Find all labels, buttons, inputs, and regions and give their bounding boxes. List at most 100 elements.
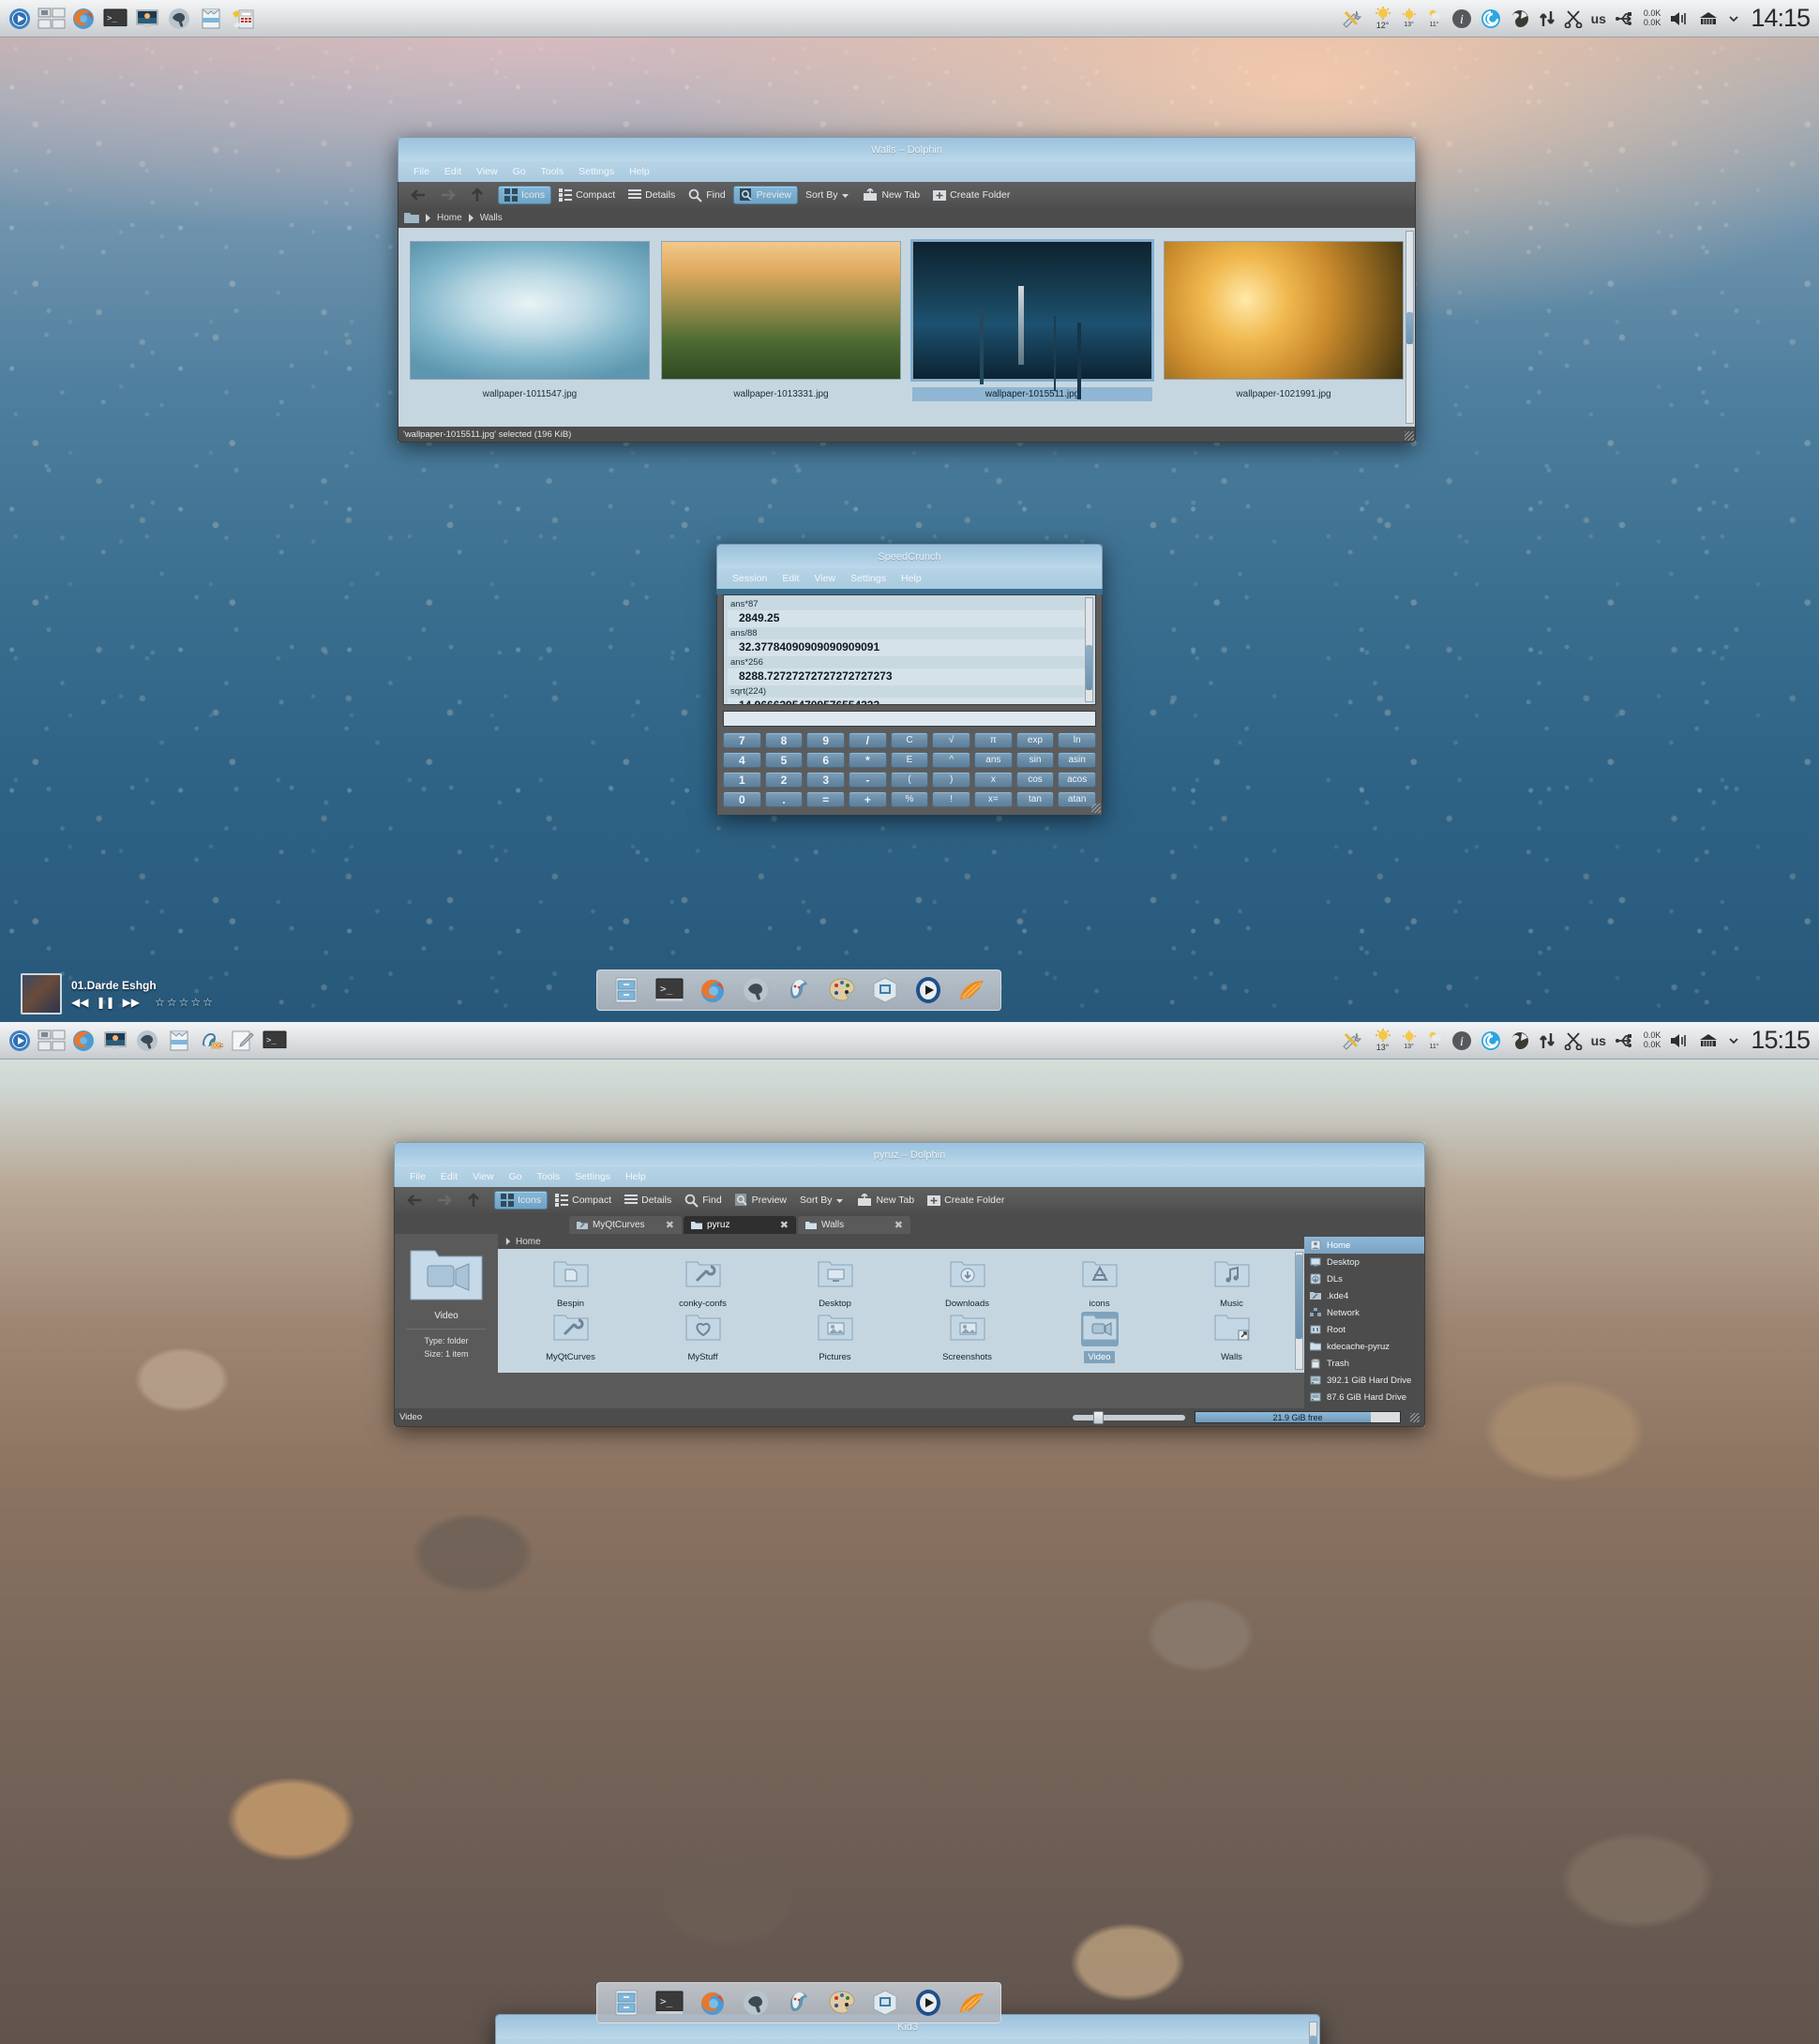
- weather-item-2[interactable]: 13°: [1401, 8, 1418, 28]
- info-icon[interactable]: i: [1451, 1030, 1472, 1051]
- calculator-keypad[interactable]: 7 8 9 / C √ π exp ln 4 5 6 * E ^ ans sin…: [717, 727, 1102, 813]
- ktorrent-icon[interactable]: OGG: [197, 1027, 225, 1055]
- kde-menu-icon[interactable]: [6, 1027, 34, 1055]
- close-icon[interactable]: ✖: [894, 1219, 903, 1231]
- create-folder-button[interactable]: Create Folder: [922, 1192, 1010, 1209]
- key-4[interactable]: 4: [723, 752, 761, 768]
- toolbar-dolphin-2[interactable]: Icons Compact Details Find Preview Sort …: [394, 1187, 1425, 1213]
- file-manager-icon[interactable]: [610, 1987, 642, 2019]
- vertical-scrollbar[interactable]: [1406, 231, 1414, 424]
- key-percent[interactable]: %: [890, 791, 929, 807]
- dock-1[interactable]: >_: [596, 969, 1001, 1011]
- panel-top-1[interactable]: >_ 12° 13° 11° i us 0.0K 0.0K 14:15: [0, 0, 1819, 38]
- place-kde4[interactable]: .kde4: [1304, 1287, 1424, 1304]
- zoom-slider[interactable]: [1073, 1410, 1185, 1424]
- breadcrumb-home[interactable]: Home: [437, 213, 462, 223]
- key-rparen[interactable]: ): [932, 772, 970, 788]
- resize-grip[interactable]: [1091, 804, 1101, 813]
- key-E[interactable]: E: [890, 752, 929, 768]
- system-tray-1[interactable]: 12° 13° 11° i us 0.0K 0.0K 14:15: [1341, 4, 1819, 33]
- expression-input[interactable]: [723, 711, 1096, 727]
- folder-item-desktop[interactable]: Desktop: [770, 1258, 900, 1310]
- scissors-icon[interactable]: [1564, 1031, 1583, 1050]
- key-divide[interactable]: /: [849, 732, 887, 748]
- menu-settings[interactable]: Settings: [843, 571, 894, 586]
- breadcrumb-home-2[interactable]: Home: [516, 1237, 541, 1247]
- folder-grid[interactable]: Bespin conky-confs Desktop Downloads ico…: [498, 1249, 1304, 1373]
- menu-edit[interactable]: Edit: [774, 571, 806, 586]
- breadcrumb-bar-1[interactable]: Home Walls: [398, 208, 1416, 228]
- tabbar-dolphin-2[interactable]: MyQtCurves ✖ pyruz ✖ Walls ✖: [394, 1213, 1425, 1234]
- key-ans[interactable]: ans: [974, 752, 1013, 768]
- chevron-down-icon[interactable]: [1727, 12, 1740, 25]
- file-item[interactable]: wallpaper-1013331.jpg: [661, 241, 901, 401]
- resize-grip[interactable]: [1410, 1412, 1420, 1422]
- zoom-track[interactable]: [1073, 1410, 1185, 1424]
- find-button[interactable]: Find: [679, 1192, 727, 1210]
- keyboard-layout-indicator[interactable]: us: [1591, 1033, 1606, 1048]
- back-button[interactable]: [400, 1191, 428, 1210]
- wallpaper-icon[interactable]: [101, 1027, 129, 1055]
- tools-icon[interactable]: [1341, 1030, 1365, 1051]
- menu-help[interactable]: Help: [622, 164, 657, 179]
- media-player-icon[interactable]: [912, 974, 944, 1006]
- folder-item-conky-confs[interactable]: conky-confs: [638, 1258, 768, 1310]
- speedcrunch-body[interactable]: ans*87 2849.25 ans/88 32.377840909090909…: [716, 594, 1103, 815]
- folder-item-music[interactable]: Music: [1166, 1258, 1297, 1310]
- kde-menu-icon[interactable]: [6, 5, 34, 33]
- place-kdecache-pyruz[interactable]: kdecache-pyruz: [1304, 1338, 1424, 1355]
- close-icon[interactable]: ✖: [780, 1219, 789, 1231]
- konqueror-icon[interactable]: [165, 5, 193, 33]
- key-factorial[interactable]: !: [932, 791, 970, 807]
- device-icon[interactable]: [1698, 1032, 1719, 1049]
- spiral-icon[interactable]: [1481, 1030, 1501, 1051]
- new-tab-button[interactable]: New Tab: [851, 1192, 920, 1209]
- tab-myqtcurves[interactable]: MyQtCurves ✖: [569, 1216, 682, 1234]
- firefox-icon[interactable]: [69, 1027, 98, 1055]
- firefox-icon[interactable]: [697, 1987, 729, 2019]
- orange-icon[interactable]: [955, 974, 987, 1006]
- media-player-widget-1[interactable]: 01.Darde Eshgh ◀◀ ❚❚ ▶▶ ☆☆☆☆☆: [21, 973, 215, 1014]
- firefox-icon[interactable]: [69, 5, 98, 33]
- palette-icon[interactable]: [826, 1987, 858, 2019]
- konqueror-icon[interactable]: [740, 1987, 772, 2019]
- terminal-icon[interactable]: >_: [654, 974, 685, 1006]
- zoom-knob[interactable]: [1093, 1410, 1104, 1424]
- key-ln[interactable]: ln: [1058, 732, 1096, 748]
- folder-item-screenshots[interactable]: Screenshots: [902, 1312, 1032, 1363]
- terminal-icon[interactable]: >_: [101, 5, 129, 33]
- preview-button[interactable]: Preview: [729, 1192, 792, 1209]
- view-details-button[interactable]: Details: [623, 187, 681, 203]
- place-hard-drive-392[interactable]: 392.1 GiB Hard Drive: [1304, 1372, 1424, 1389]
- close-icon[interactable]: ✖: [666, 1219, 674, 1231]
- key-assign[interactable]: x=: [974, 791, 1013, 807]
- tools-icon[interactable]: [1341, 8, 1365, 29]
- titlebar-dolphin-1[interactable]: Walls – Dolphin: [398, 137, 1416, 161]
- menu-view[interactable]: View: [469, 164, 505, 179]
- window-dolphin-walls[interactable]: Walls – Dolphin File Edit View Go Tools …: [398, 137, 1416, 443]
- key-2[interactable]: 2: [764, 772, 804, 788]
- vertical-scrollbar-2[interactable]: [1295, 1252, 1303, 1370]
- pause-icon[interactable]: ❚❚: [96, 996, 114, 1009]
- device-icon[interactable]: [1698, 10, 1719, 27]
- forward-button[interactable]: [430, 1191, 459, 1210]
- key-8[interactable]: 8: [764, 732, 804, 748]
- menu-view[interactable]: View: [465, 1169, 502, 1184]
- key-7[interactable]: 7: [723, 732, 761, 748]
- menu-edit[interactable]: Edit: [433, 1169, 465, 1184]
- menubar-speedcrunch[interactable]: Session Edit View Settings Help: [716, 568, 1103, 589]
- file-item[interactable]: wallpaper-1021991.jpg: [1164, 241, 1404, 401]
- file-manager-icon[interactable]: [610, 974, 642, 1006]
- menu-file[interactable]: File: [402, 1169, 433, 1184]
- menubar-dolphin-2[interactable]: File Edit View Go Tools Settings Help: [394, 1166, 1425, 1187]
- view-details-button[interactable]: Details: [619, 1192, 677, 1209]
- folder-item-pictures[interactable]: Pictures: [770, 1312, 900, 1363]
- scrollbar-thumb[interactable]: [1310, 2036, 1316, 2044]
- editor-icon[interactable]: [229, 1027, 257, 1055]
- key-asin[interactable]: asin: [1058, 752, 1096, 768]
- key-exp[interactable]: exp: [1015, 732, 1055, 748]
- place-network[interactable]: Network: [1304, 1304, 1424, 1321]
- key-atan[interactable]: atan: [1058, 791, 1096, 807]
- key-tan[interactable]: tan: [1015, 791, 1055, 807]
- calculation-history[interactable]: ans*87 2849.25 ans/88 32.377840909090909…: [723, 594, 1096, 705]
